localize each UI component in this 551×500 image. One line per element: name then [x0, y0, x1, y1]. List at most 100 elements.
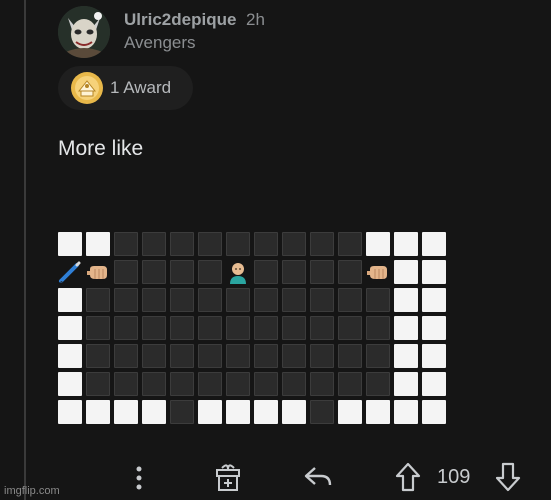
- black-square-emoji: [114, 372, 138, 396]
- black-square-emoji: [226, 344, 250, 368]
- black-square-emoji: [254, 260, 278, 284]
- white-square-emoji: [58, 232, 82, 256]
- black-square-emoji: [282, 372, 306, 396]
- black-square-emoji: [226, 372, 250, 396]
- black-square-emoji: [170, 372, 194, 396]
- reply-icon: [304, 467, 332, 486]
- fist-emoji: [86, 260, 110, 284]
- black-square-emoji: [254, 288, 278, 312]
- white-square-emoji: [86, 400, 110, 424]
- white-square-emoji: [366, 400, 390, 424]
- upvote-button[interactable]: [394, 461, 422, 493]
- black-square-emoji: [114, 316, 138, 340]
- gold-award-icon: [71, 72, 103, 104]
- thread-line[interactable]: [24, 0, 26, 500]
- black-square-emoji: [226, 232, 250, 256]
- black-square-emoji: [198, 372, 222, 396]
- man-emoji: [226, 260, 250, 284]
- black-square-emoji: [142, 372, 166, 396]
- black-square-emoji: [338, 288, 362, 312]
- white-square-emoji: [394, 316, 418, 340]
- timestamp: 2h: [246, 10, 265, 29]
- black-square-emoji: [198, 232, 222, 256]
- black-square-emoji: [310, 288, 334, 312]
- reply-button[interactable]: [302, 463, 334, 491]
- comment-body: More like: [58, 137, 144, 160]
- black-square-emoji: [254, 316, 278, 340]
- black-square-emoji: [310, 260, 334, 284]
- white-square-emoji: [422, 232, 446, 256]
- black-square-emoji: [338, 316, 362, 340]
- white-square-emoji: [422, 316, 446, 340]
- white-square-emoji: [422, 372, 446, 396]
- award-button[interactable]: 1 Award: [58, 66, 193, 110]
- white-square-emoji: [422, 260, 446, 284]
- white-square-emoji: [422, 344, 446, 368]
- white-square-emoji: [58, 372, 82, 396]
- white-square-emoji: [58, 288, 82, 312]
- black-square-emoji: [226, 316, 250, 340]
- white-square-emoji: [394, 260, 418, 284]
- black-square-emoji: [142, 316, 166, 340]
- white-square-emoji: [394, 232, 418, 256]
- black-square-emoji: [310, 372, 334, 396]
- black-square-emoji: [282, 288, 306, 312]
- avatar[interactable]: [58, 6, 110, 58]
- black-square-emoji: [142, 288, 166, 312]
- black-square-emoji: [114, 260, 138, 284]
- black-square-emoji: [282, 316, 306, 340]
- white-square-emoji: [394, 372, 418, 396]
- black-square-emoji: [310, 316, 334, 340]
- vote-count: 109: [437, 466, 471, 488]
- black-square-emoji: [86, 316, 110, 340]
- black-square-emoji: [198, 344, 222, 368]
- downvote-button[interactable]: [494, 461, 522, 493]
- give-award-button[interactable]: [213, 461, 243, 493]
- black-square-emoji: [338, 232, 362, 256]
- upvote-icon: [395, 462, 421, 492]
- white-square-emoji: [86, 232, 110, 256]
- white-square-emoji: [58, 316, 82, 340]
- username[interactable]: Ulric2depique: [124, 10, 236, 30]
- white-square-emoji: [58, 344, 82, 368]
- black-square-emoji: [170, 344, 194, 368]
- black-square-emoji: [170, 260, 194, 284]
- black-square-emoji: [170, 316, 194, 340]
- black-square-emoji: [170, 288, 194, 312]
- black-square-emoji: [198, 316, 222, 340]
- white-square-emoji: [338, 400, 362, 424]
- white-square-emoji: [58, 400, 82, 424]
- black-square-emoji: [310, 232, 334, 256]
- white-square-emoji: [226, 400, 250, 424]
- watermark: imgflip.com: [4, 485, 60, 497]
- black-square-emoji: [310, 400, 334, 424]
- black-square-emoji: [142, 260, 166, 284]
- black-square-emoji: [366, 316, 390, 340]
- black-square-emoji: [254, 344, 278, 368]
- white-square-emoji: [114, 400, 138, 424]
- black-square-emoji: [142, 232, 166, 256]
- white-square-emoji: [422, 400, 446, 424]
- black-square-emoji: [254, 372, 278, 396]
- white-square-emoji: [142, 400, 166, 424]
- black-square-emoji: [282, 344, 306, 368]
- user-flair: Avengers: [124, 33, 196, 52]
- black-square-emoji: [310, 344, 334, 368]
- avatar-image: [58, 6, 110, 58]
- more-options-button[interactable]: [127, 463, 151, 493]
- black-square-emoji: [254, 232, 278, 256]
- black-square-emoji: [114, 232, 138, 256]
- black-square-emoji: [366, 344, 390, 368]
- black-square-emoji: [338, 344, 362, 368]
- white-square-emoji: [254, 400, 278, 424]
- gift-icon: [216, 464, 240, 491]
- black-square-emoji: [198, 288, 222, 312]
- black-square-emoji: [86, 372, 110, 396]
- fist-emoji: [366, 260, 390, 284]
- black-square-emoji: [86, 344, 110, 368]
- award-count: 1 Award: [110, 78, 172, 97]
- black-square-emoji: [170, 400, 194, 424]
- white-square-emoji: [282, 400, 306, 424]
- downvote-icon: [495, 462, 521, 492]
- pen-emoji: [58, 260, 82, 284]
